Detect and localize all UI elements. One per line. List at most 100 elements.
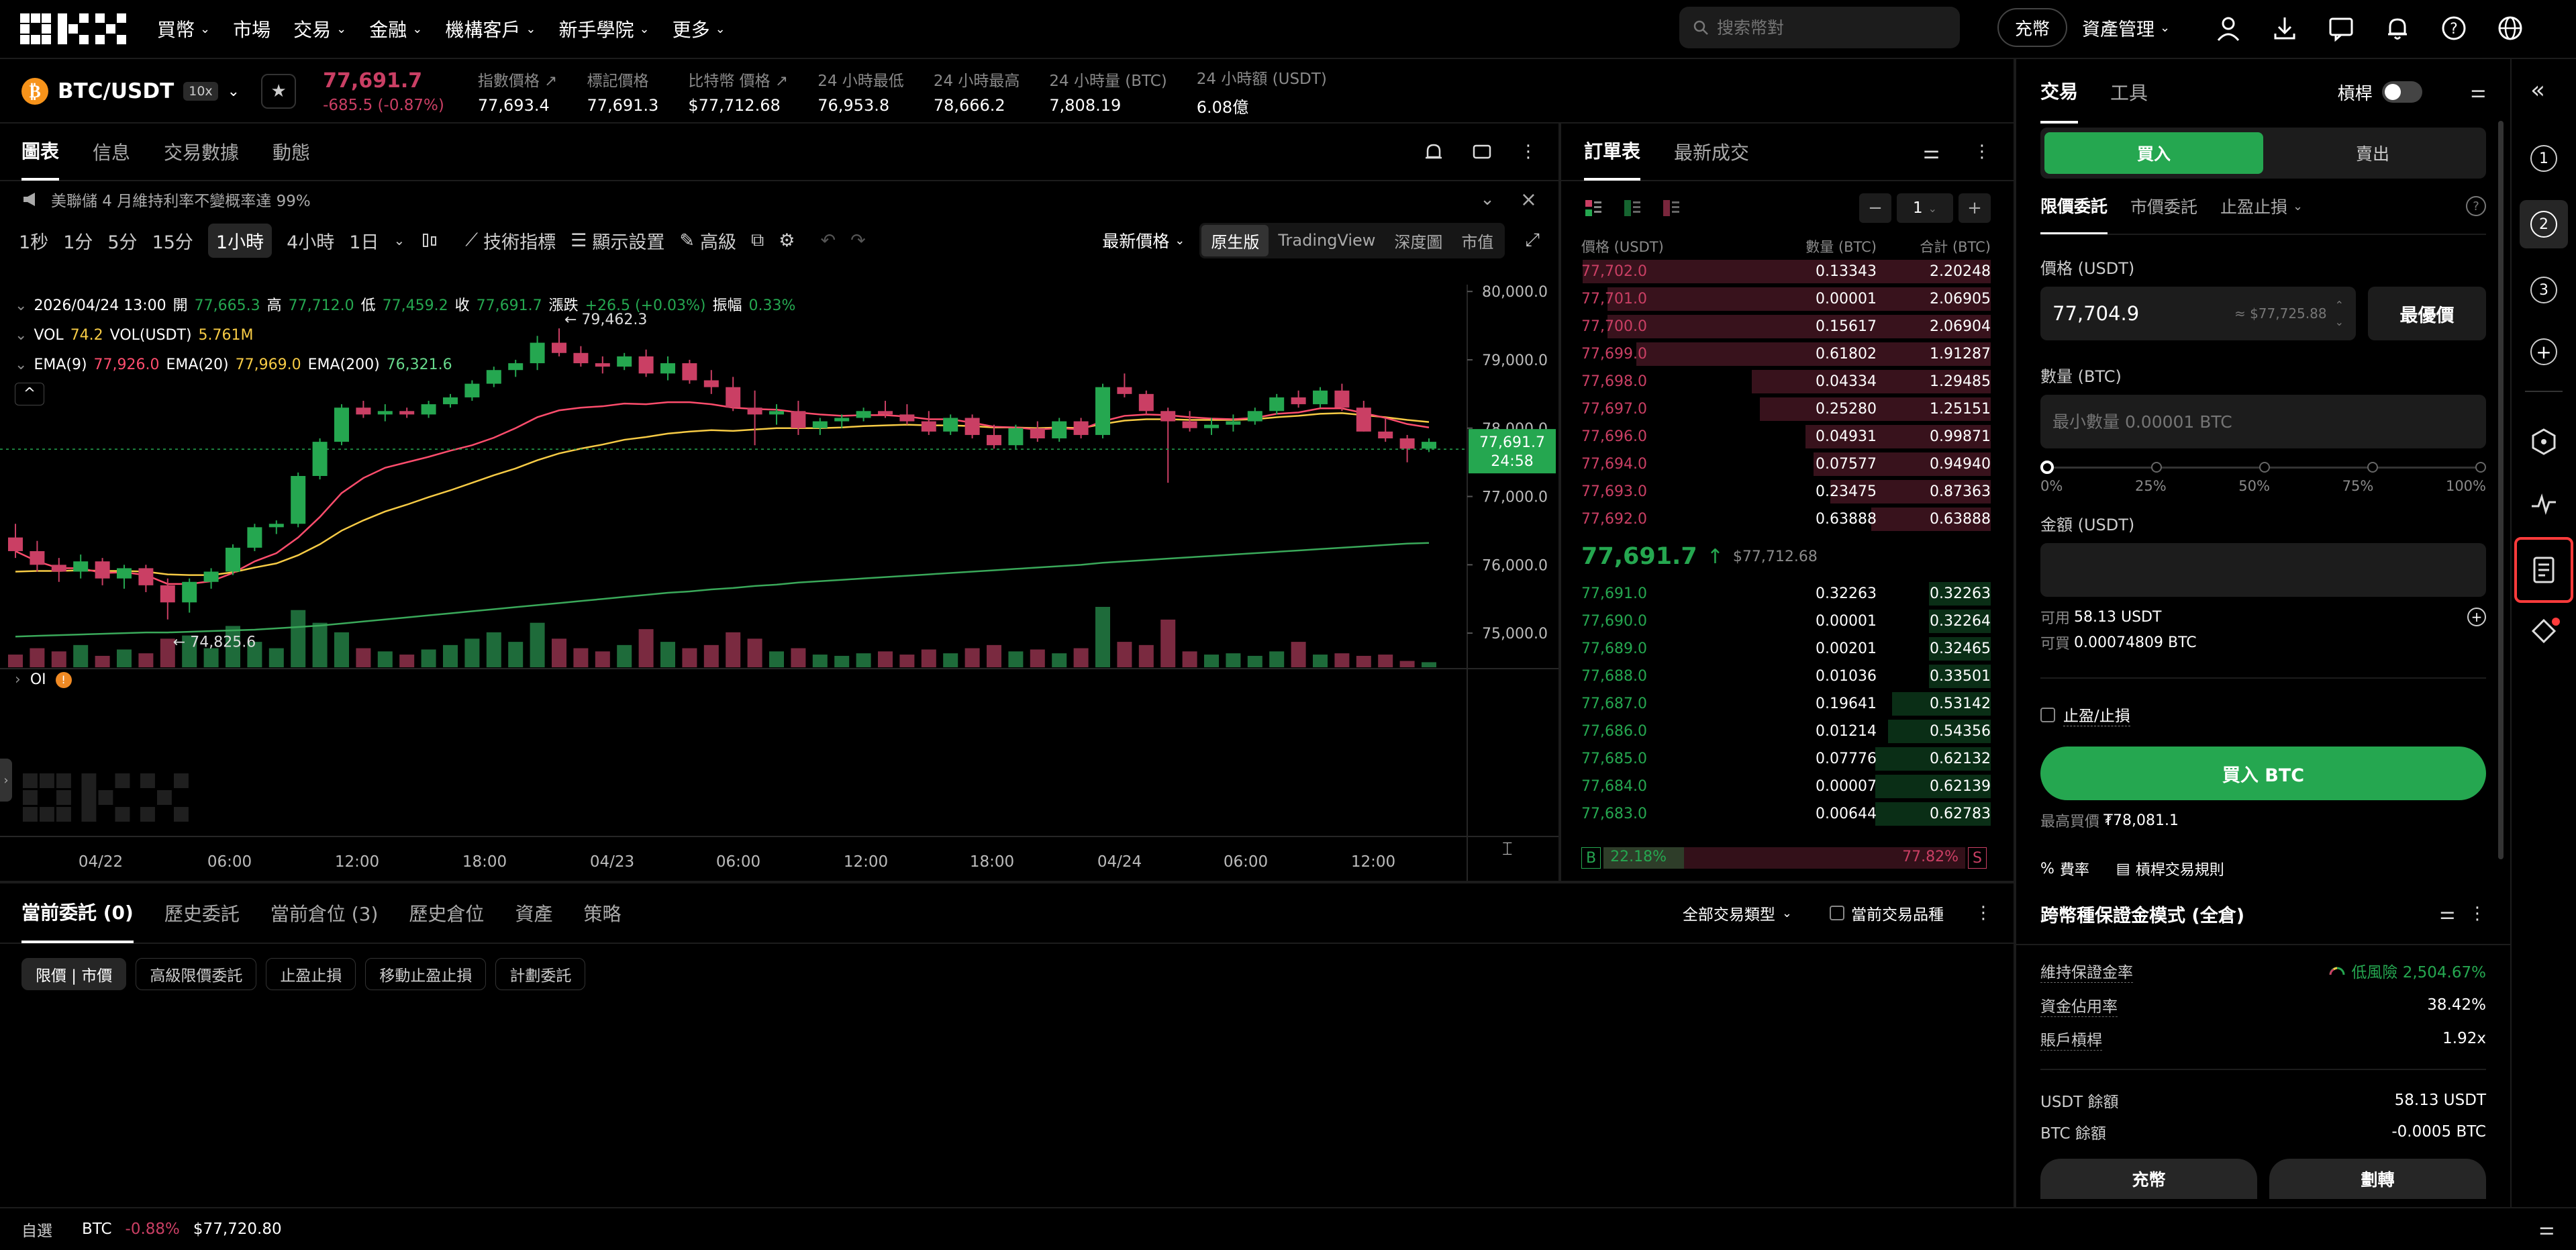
slider-tick[interactable] [2367,462,2378,473]
search-box[interactable] [1679,7,1960,48]
toggle-switch[interactable] [2381,81,2422,103]
collapse-panel-icon[interactable]: « [2530,77,2545,104]
checkbox[interactable] [1830,906,1844,920]
indicators-button[interactable]: ⟋ 技術指標 [465,228,556,254]
favorite-star-button[interactable]: ★ [261,74,297,109]
slider-tick[interactable] [2259,462,2270,473]
chip-tpsl[interactable]: 止盈止損 [266,958,356,990]
settings-sliders-icon[interactable]: ⚌ [2471,82,2486,102]
interval-1s[interactable]: 1秒 [19,228,48,254]
both-sides-view-icon[interactable] [1584,199,1603,218]
layout-2-button[interactable]: 2 [2520,200,2568,248]
menu-item[interactable]: 金融 ⌄ [369,15,422,42]
tab-chart[interactable]: 圖表 [21,123,60,181]
candlestick-chart[interactable]: 80,000.079,000.078,000.077,000.076,000.0… [0,285,1558,881]
bid-row[interactable]: 77,688.0 0.01036 0.33501 [1561,663,2014,690]
settings-sliders-icon[interactable]: ⚌ [2440,904,2455,924]
quantity-input[interactable] [2040,395,2486,448]
view-native[interactable]: 原生版 [1201,224,1269,256]
tab-recent-trades[interactable]: 最新成交 [1674,138,1749,165]
ask-row[interactable]: 77,694.0 0.07577 0.94940 [1561,450,2014,478]
ask-row[interactable]: 77,697.0 0.25280 1.25151 [1561,395,2014,423]
tab-order-history[interactable]: 歷史委託 [164,900,240,926]
tab-tools[interactable]: 工具 [2110,79,2148,105]
deposit-button[interactable]: 充幣 [1997,8,2067,47]
pair-selector[interactable]: ₿ BTC/USDT 10x ⌄ [21,78,240,105]
asset-management-menu[interactable]: 資產管理 ⌄ [2082,15,2170,41]
buy-btc-button[interactable]: 買入 BTC [2040,747,2486,800]
plus-button[interactable]: + [1959,193,1991,223]
checkbox[interactable] [2040,707,2055,722]
view-depth[interactable]: 深度圖 [1385,225,1452,256]
tab-open-orders[interactable]: 當前委託 (0) [21,883,134,943]
more-vertical-icon[interactable]: ⋮ [2469,904,2486,924]
ask-row[interactable]: 77,700.0 0.15617 2.06904 [1561,313,2014,340]
bid-row[interactable]: 77,687.0 0.19641 0.53142 [1561,690,2014,718]
menu-item[interactable]: 交易 ⌄ [293,15,346,42]
download-icon[interactable] [2271,15,2298,42]
tab-tpsl[interactable]: 止盈止損 ⌄ [2220,194,2303,218]
rules-link[interactable]: ▤ 槓桿交易規則 [2116,858,2224,879]
ask-row[interactable]: 77,702.0 0.13343 2.20248 [1561,258,2014,285]
chevron-down-icon[interactable]: ⌄ [393,232,405,248]
tab-info[interactable]: 信息 [93,138,130,165]
tab-strategy[interactable]: 策略 [583,900,621,926]
help-icon[interactable]: ? [2466,196,2486,216]
more-vertical-icon[interactable]: ⋮ [1973,142,1991,162]
trade-panel-scrollbar[interactable] [2498,121,2504,859]
ask-row[interactable]: 77,693.0 0.23475 0.87363 [1561,478,2014,506]
bid-row[interactable]: 77,690.0 0.00001 0.32264 [1561,608,2014,635]
slider-tick[interactable] [2475,462,2486,473]
price-stepper[interactable]: ⌃ ⌄ [2335,299,2344,328]
menu-item[interactable]: 新手學院 ⌄ [558,15,649,42]
settings-sliders-icon[interactable]: ⚌ [2539,1219,2555,1239]
tab-orderbook[interactable]: 訂單表 [1584,123,1641,181]
interval-4h[interactable]: 4小時 [287,228,334,254]
pulse-icon[interactable] [2529,489,2559,518]
menu-item[interactable]: 市場 [233,15,270,42]
step-select[interactable]: 1 ⌄ [1897,193,1953,223]
best-price-button[interactable]: 最優價 [2368,287,2486,340]
buy-tab[interactable]: 買入 [2044,132,2263,174]
current-pair-checkbox[interactable]: 當前交易品種 [1830,902,1944,924]
notice-text[interactable]: 美聯儲 4 月維持利率不變概率達 99% [51,188,311,211]
mid-price-row[interactable]: 77,691.7 ↑ $77,712.68 [1561,533,2014,580]
alert-bell-icon[interactable] [1423,141,1444,162]
search-input[interactable] [1717,17,1938,38]
menu-item[interactable]: 買幣 ⌄ [157,15,210,42]
chip-trailing-stop[interactable]: 移動止盈止損 [365,958,487,990]
cursor-text-icon[interactable]: ⌶ [1502,839,1513,860]
more-vertical-icon[interactable]: ⋮ [1975,903,1992,923]
bid-row[interactable]: 77,686.0 0.01214 0.54356 [1561,718,2014,745]
fee-link[interactable]: % 費率 [2040,858,2089,879]
tab-market[interactable]: 市價委託 [2130,194,2197,218]
bid-row[interactable]: 77,684.0 0.00007 0.62139 [1561,773,2014,800]
order-type-filter[interactable]: 全部交易類型 ⌄ [1683,902,1792,924]
ask-row[interactable]: 77,698.0 0.04334 1.29485 [1561,368,2014,395]
margin-toggle[interactable]: 槓桿 [2338,80,2422,105]
fullscreen-icon[interactable]: ⤢ [1525,230,1540,251]
candle-type-icon[interactable] [419,230,440,250]
menu-item[interactable]: 更多 ⌄ [673,15,726,42]
tpsl-checkbox[interactable]: 止盈/止損 [2040,703,2486,726]
interval-15m[interactable]: 15分 [152,228,193,254]
message-icon[interactable] [2328,15,2355,42]
interval-1d[interactable]: 1日 [349,228,379,254]
chip-trigger-order[interactable]: 計劃委託 [495,958,586,990]
display-settings-button[interactable]: ☰ 顯示設置 [571,228,664,254]
add-funds-icon[interactable]: + [2467,608,2486,626]
interval-5m[interactable]: 5分 [107,228,137,254]
interval-1h[interactable]: 1小時 [207,223,273,258]
bid-row[interactable]: 77,685.0 0.07776 0.62132 [1561,745,2014,773]
document-list-button[interactable] [2514,537,2573,603]
layout-1-button[interactable]: 1 [2530,145,2557,172]
asks-view-icon[interactable] [1662,199,1681,218]
sell-tab[interactable]: 賣出 [2263,132,2482,174]
snapshot-icon[interactable]: ⧉ [751,230,764,251]
ask-row[interactable]: 77,696.0 0.04931 0.99871 [1561,423,2014,450]
tab-positions[interactable]: 當前倉位 (3) [270,900,379,926]
interval-1m[interactable]: 1分 [63,228,93,254]
notification-icon[interactable] [2384,15,2411,42]
slider-handle[interactable] [2040,461,2054,474]
chevron-down-icon[interactable]: ⌄ [1480,189,1495,209]
